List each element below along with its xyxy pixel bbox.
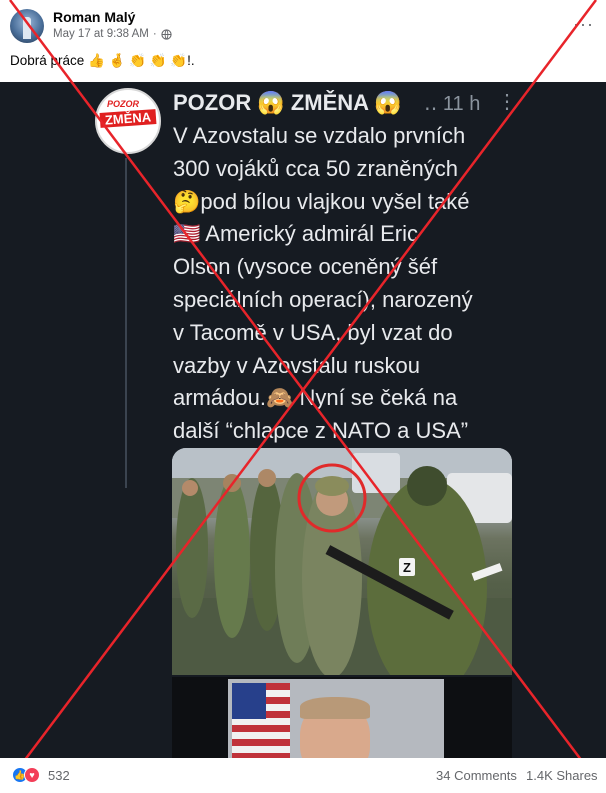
false-claim-cross [0,0,606,793]
cross-line-left [9,0,606,793]
reactions-summary[interactable]: 👍 ♥ 532 [12,767,70,783]
reaction-count: 532 [48,767,70,783]
love-icon: ♥ [24,767,40,783]
shares-link[interactable]: 1.4K Shares [526,768,598,783]
comments-link[interactable]: 34 Comments [436,768,517,783]
cross-line-right [0,0,597,793]
reaction-bar: 👍 ♥ 532 34 Comments 1.4K Shares [0,758,606,793]
